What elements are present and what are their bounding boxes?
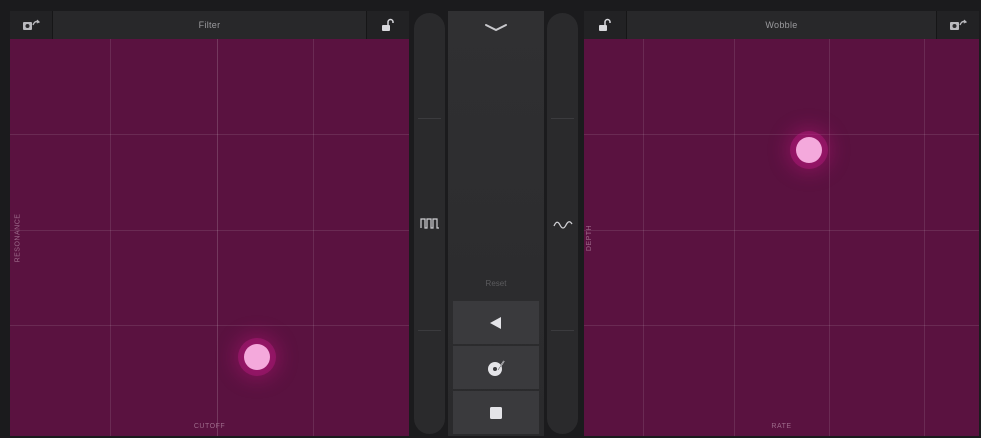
chevron-down-icon	[485, 24, 507, 32]
grid-line	[10, 229, 409, 231]
wobble-pad-puck[interactable]	[796, 137, 823, 164]
rail-notch	[418, 118, 441, 119]
filter-pad-panel: Filter RESONANCE CUTOFF	[10, 11, 409, 436]
filter-record-transfer-button[interactable]	[10, 11, 52, 39]
unlocked-padlock-icon	[599, 18, 611, 31]
resonance-axis-label: RESONANCE	[14, 213, 22, 262]
reverse-button[interactable]	[453, 301, 539, 344]
grid-line	[313, 39, 315, 436]
pulse-wave-icon	[419, 218, 439, 229]
filter-effect-selector[interactable]	[414, 216, 445, 234]
stop-button[interactable]	[453, 391, 539, 434]
center-controls: Reset	[448, 11, 544, 436]
wobble-xy-pad[interactable]: DEPTH RATE	[584, 39, 979, 436]
scratch-button[interactable]	[453, 346, 539, 389]
grid-line	[584, 134, 979, 136]
wobble-lock-button[interactable]	[584, 11, 626, 39]
rail-notch	[551, 330, 574, 331]
grid-line	[10, 134, 409, 136]
turntable-scratch-icon	[488, 360, 505, 376]
rate-axis-label: RATE	[771, 423, 792, 430]
filter-lock-button[interactable]	[367, 11, 409, 39]
grid-line	[584, 324, 979, 326]
wobble-pad-panel: Wobble DEPTH RATE	[584, 11, 979, 436]
depth-axis-label: DEPTH	[586, 224, 594, 251]
rail-notch	[551, 118, 574, 119]
cutoff-axis-label: CUTOFF	[193, 423, 226, 430]
reset-button[interactable]: Reset	[448, 279, 544, 288]
wobble-effect-rail[interactable]	[547, 13, 578, 434]
filter-xy-pad[interactable]: RESONANCE CUTOFF	[10, 39, 409, 436]
grid-line	[828, 39, 830, 436]
grid-line	[734, 39, 736, 436]
wobble-pad-header: Wobble	[584, 11, 979, 39]
stop-square-icon	[490, 406, 502, 419]
grid-line	[10, 324, 409, 326]
wobble-record-transfer-button[interactable]	[937, 11, 979, 39]
sine-wave-icon	[552, 221, 573, 229]
grid-line	[584, 229, 979, 231]
record-transfer-icon	[950, 19, 967, 30]
wobble-pad-title: Wobble	[765, 20, 798, 30]
grid-line	[923, 39, 925, 436]
grid-line	[217, 39, 219, 436]
grid-line	[109, 39, 111, 436]
filter-pad-header: Filter	[10, 11, 409, 39]
collapse-button[interactable]	[484, 19, 508, 37]
record-transfer-icon	[23, 19, 40, 30]
play-reverse-icon	[490, 316, 501, 329]
filter-effect-rail[interactable]	[414, 13, 445, 434]
unlocked-padlock-icon	[382, 18, 394, 31]
rail-notch	[418, 330, 441, 331]
filter-pad-puck[interactable]	[244, 343, 271, 370]
grid-line	[643, 39, 645, 436]
filter-pad-title: Filter	[198, 20, 221, 30]
wobble-effect-selector[interactable]	[547, 218, 578, 236]
